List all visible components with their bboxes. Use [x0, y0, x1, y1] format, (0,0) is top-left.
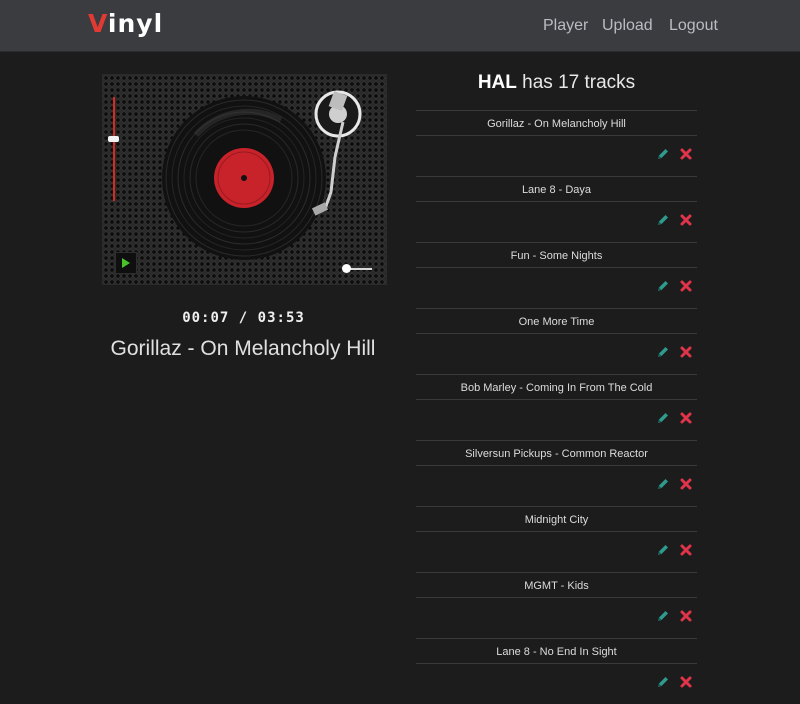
nav-player-link[interactable]: Player	[543, 17, 588, 35]
track-title[interactable]: MGMT - Kids	[416, 572, 697, 598]
track-row: Bob Marley - Coming In From The Cold	[416, 374, 697, 440]
pencil-icon[interactable]	[656, 609, 670, 623]
track-title[interactable]: Silversun Pickups - Common Reactor	[416, 440, 697, 466]
pencil-icon[interactable]	[656, 543, 670, 557]
play-icon	[122, 258, 130, 268]
current-time: 00:07	[182, 310, 230, 326]
close-icon[interactable]	[679, 279, 693, 293]
nav-logout-link[interactable]: Logout	[669, 17, 718, 35]
speed-slider-handle[interactable]	[341, 264, 351, 273]
turntable	[102, 74, 387, 285]
pencil-icon[interactable]	[656, 213, 670, 227]
track-row: Midnight City	[416, 506, 697, 572]
navbar: Vinyl Player Upload Logout	[0, 0, 800, 52]
library-heading: HAL has 17 tracks	[416, 72, 697, 94]
pencil-icon[interactable]	[656, 477, 670, 491]
close-icon[interactable]	[679, 477, 693, 491]
track-row: Lane 8 - Daya	[416, 176, 697, 242]
track-title[interactable]: One More Time	[416, 308, 697, 334]
close-icon[interactable]	[679, 147, 693, 161]
close-icon[interactable]	[679, 675, 693, 689]
nav-upload-link[interactable]: Upload	[602, 17, 653, 35]
play-button[interactable]	[115, 252, 137, 274]
library-user: HAL	[477, 72, 517, 93]
pencil-icon[interactable]	[656, 147, 670, 161]
track-row: Fun - Some Nights	[416, 242, 697, 308]
track-row: MGMT - Kids	[416, 572, 697, 638]
tonearm-icon[interactable]	[303, 87, 383, 227]
volume-slider-track[interactable]	[113, 97, 115, 201]
track-title[interactable]: Bob Marley - Coming In From The Cold	[416, 374, 697, 400]
close-icon[interactable]	[679, 213, 693, 227]
track-title[interactable]: Fun - Some Nights	[416, 242, 697, 268]
pencil-icon[interactable]	[656, 279, 670, 293]
vinyl-logo[interactable]: Vinyl	[88, 9, 163, 38]
track-title[interactable]: Lane 8 - No End In Sight	[416, 638, 697, 664]
time-display: 00:07 / 03:53	[102, 310, 385, 326]
pencil-icon[interactable]	[656, 675, 670, 689]
track-list: Gorillaz - On Melancholy Hill Lane 8 - Da…	[416, 110, 697, 704]
time-separator: /	[238, 310, 249, 326]
track-row: Silversun Pickups - Common Reactor	[416, 440, 697, 506]
logo-rest: inyl	[107, 9, 164, 38]
close-icon[interactable]	[679, 609, 693, 623]
track-title[interactable]: Gorillaz - On Melancholy Hill	[416, 110, 697, 136]
track-row: Lane 8 - No End In Sight	[416, 638, 697, 704]
track-title[interactable]: Lane 8 - Daya	[416, 176, 697, 202]
track-title[interactable]: Midnight City	[416, 506, 697, 532]
close-icon[interactable]	[679, 345, 693, 359]
library-count: has 17 tracks	[522, 72, 636, 93]
pencil-icon[interactable]	[656, 345, 670, 359]
volume-slider-handle[interactable]	[108, 135, 119, 142]
pencil-icon[interactable]	[656, 411, 670, 425]
track-row: One More Time	[416, 308, 697, 374]
logo-first-letter: V	[88, 9, 108, 38]
track-row: Gorillaz - On Melancholy Hill	[416, 110, 697, 176]
total-time: 03:53	[257, 310, 305, 326]
close-icon[interactable]	[679, 543, 693, 557]
now-playing-title: Gorillaz - On Melancholy Hill	[110, 337, 376, 360]
close-icon[interactable]	[679, 411, 693, 425]
